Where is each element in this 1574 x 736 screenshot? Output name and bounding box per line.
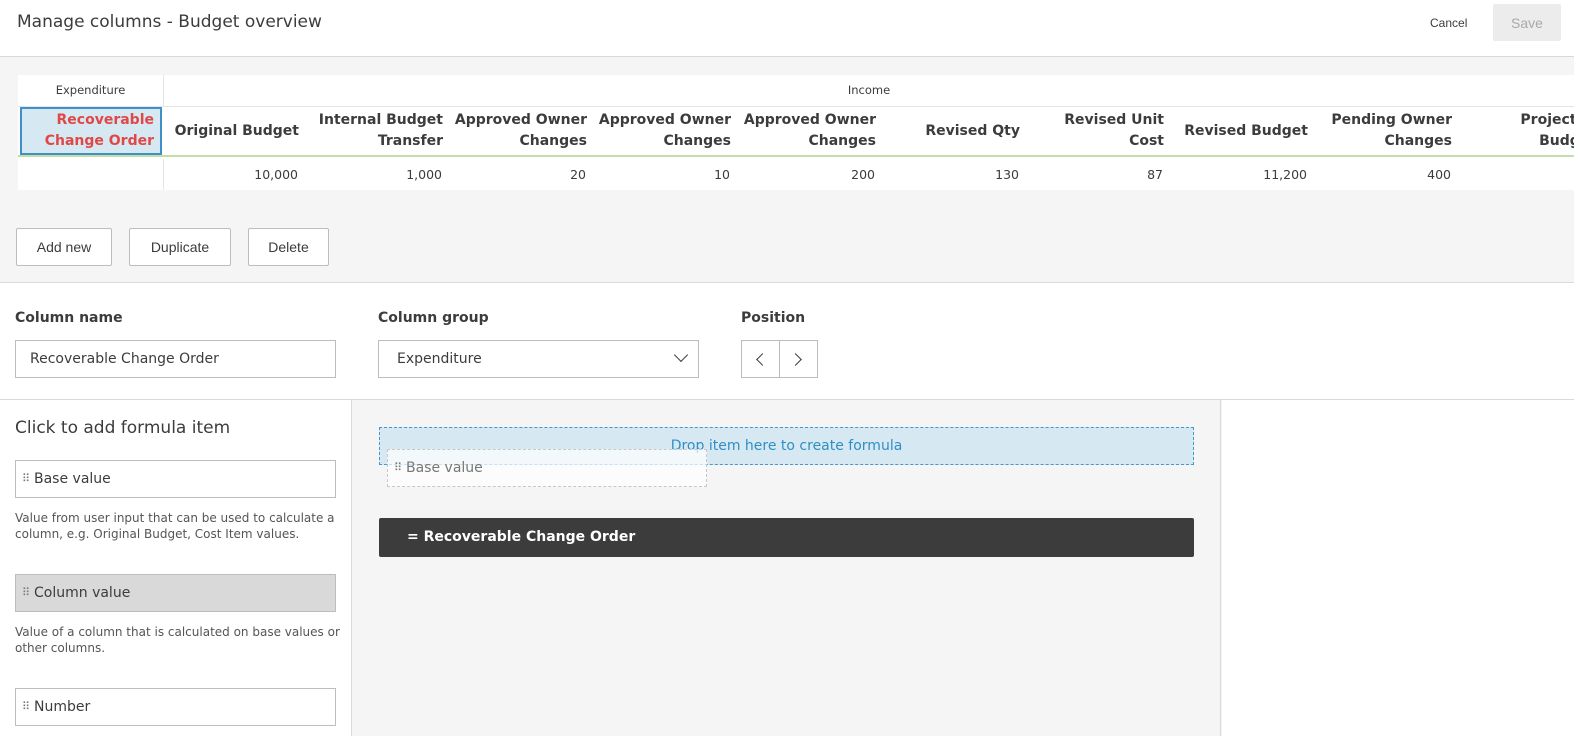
right-panel xyxy=(1222,400,1574,736)
table-cell: 130 xyxy=(995,167,1019,182)
table-cell: 87 xyxy=(1147,167,1163,182)
table-cell: 20 xyxy=(570,167,586,182)
column-header-revised-unit-cost[interactable]: Revised Unit Cost xyxy=(1027,107,1171,155)
duplicate-button[interactable]: Duplicate xyxy=(129,228,231,266)
formula-item-base-value[interactable]: ⠿ Base value xyxy=(15,460,336,498)
formula-items-title: Click to add formula item xyxy=(15,418,231,438)
table-cell: 10 xyxy=(714,167,730,182)
column-name-label: Column name xyxy=(15,310,123,326)
drag-handle-icon: ⠿ xyxy=(394,461,402,474)
delete-button[interactable]: Delete xyxy=(248,228,329,266)
formula-items-panel: Click to add formula item ⠿ Base value V… xyxy=(0,400,352,736)
formula-item-description: Value from user input that can be used t… xyxy=(15,511,335,541)
chevron-right-icon xyxy=(789,353,802,366)
group-header-expenditure: Expenditure xyxy=(18,75,164,107)
columns-table-area: Expenditure Income Recoverable Change Or… xyxy=(0,57,1574,283)
position-label: Position xyxy=(741,310,806,326)
table-cell: 11,200 xyxy=(1263,167,1307,182)
dragging-item-label: Base value xyxy=(406,460,483,476)
column-header-internal-budget-transfer[interactable]: Internal Budget Transfer xyxy=(306,107,450,155)
formula-item-label: Number xyxy=(34,699,91,715)
table-row: 10,000 1,000 20 10 200 130 87 11,200 400… xyxy=(18,159,1574,190)
drag-handle-icon: ⠿ xyxy=(22,700,30,713)
column-header-pending-owner-changes[interactable]: Pending Owner Changes xyxy=(1315,107,1459,155)
column-header-recoverable-change-order[interactable]: Recoverable Change Order xyxy=(20,107,162,155)
columns-table: Expenditure Income Recoverable Change Or… xyxy=(18,75,1574,190)
column-settings-form: Column name Recoverable Change Order Col… xyxy=(0,283,1574,400)
chevron-down-icon xyxy=(673,347,689,363)
column-header-approved-owner-changes-3[interactable]: Approved Owner Changes xyxy=(738,107,883,155)
column-header-approved-owner-changes-2[interactable]: Approved Owner Changes xyxy=(594,107,738,155)
formula-item-label: Column value xyxy=(34,585,131,601)
page-title: Manage columns - Budget overview xyxy=(17,12,322,32)
column-header-row: Recoverable Change Order Original Budget… xyxy=(18,107,1574,157)
drag-handle-icon: ⠿ xyxy=(22,472,30,485)
table-cell: 10,000 xyxy=(254,167,298,182)
table-cell: 1 xyxy=(1459,159,1574,190)
position-right-button[interactable] xyxy=(779,340,818,378)
table-cell xyxy=(18,159,164,190)
table-cell: 400 xyxy=(1427,167,1451,182)
table-cell: 1,000 xyxy=(406,167,442,182)
column-header-revised-qty[interactable]: Revised Qty xyxy=(883,107,1027,155)
column-group-select[interactable]: Expenditure xyxy=(378,340,699,378)
table-cell: 200 xyxy=(851,167,875,182)
dragging-item-ghost[interactable]: ⠿ Base value xyxy=(387,449,707,487)
save-button[interactable]: Save xyxy=(1493,4,1561,41)
formula-item-label: Base value xyxy=(34,471,111,487)
column-header-original-budget[interactable]: Original Budget xyxy=(164,107,306,155)
chevron-left-icon xyxy=(756,353,769,366)
column-group-value: Expenditure xyxy=(397,351,482,367)
group-header-income: Income xyxy=(164,75,1574,107)
column-header-projected-budget[interactable]: Projected Budget xyxy=(1459,107,1574,155)
formula-item-column-value[interactable]: ⠿ Column value xyxy=(15,574,336,612)
column-header-revised-budget[interactable]: Revised Budget xyxy=(1171,107,1315,155)
formula-item-description: Value of a column that is calculated on … xyxy=(15,625,340,655)
cancel-button[interactable]: Cancel xyxy=(1424,14,1473,32)
add-new-button[interactable]: Add new xyxy=(16,228,112,266)
formula-item-number[interactable]: ⠿ Number xyxy=(15,688,336,726)
drag-handle-icon: ⠿ xyxy=(22,586,30,599)
top-bar: Manage columns - Budget overview Cancel … xyxy=(0,0,1574,57)
column-group-label: Column group xyxy=(378,310,489,326)
position-left-button[interactable] xyxy=(741,340,780,378)
column-header-approved-owner-changes-1[interactable]: Approved Owner Changes xyxy=(450,107,594,155)
formula-result-bar: = Recoverable Change Order xyxy=(379,518,1194,557)
formula-builder-panel: Drop item here to create formula ⠿ Base … xyxy=(353,400,1221,736)
column-name-field[interactable]: Recoverable Change Order xyxy=(15,340,336,378)
